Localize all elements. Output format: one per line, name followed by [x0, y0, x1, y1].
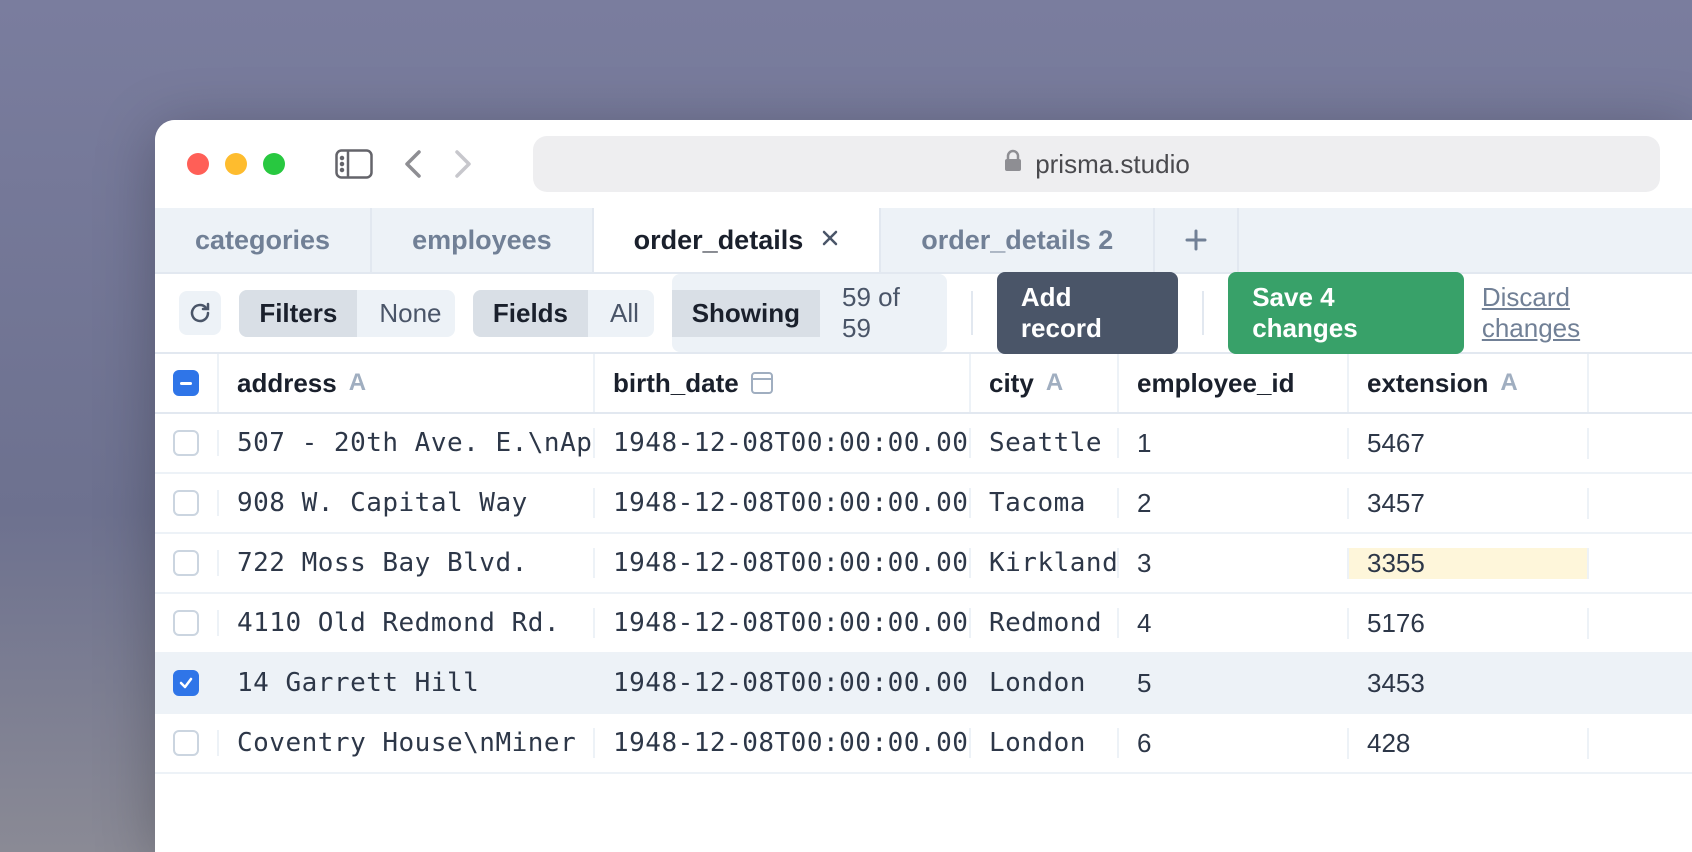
row-checkbox[interactable]	[155, 610, 219, 636]
cell-extension[interactable]: 5176	[1349, 608, 1589, 639]
cell-address[interactable]: Coventry House\nMiner Rd.	[219, 728, 595, 758]
cell-birth-date[interactable]: 1948-12-08T00:00:00.000Z	[595, 428, 971, 458]
model-tabs: categories employees order_details order…	[155, 208, 1692, 274]
date-icon	[751, 372, 773, 394]
cell-employee-id[interactable]: 6	[1119, 728, 1349, 759]
tab-categories[interactable]: categories	[155, 208, 372, 272]
type-badge: A	[349, 369, 366, 397]
cell-address[interactable]: 908 W. Capital Way	[219, 488, 595, 518]
row-checkbox[interactable]	[155, 730, 219, 756]
separator	[1202, 291, 1204, 335]
table-header-row: addressA birth_date cityA employee_id ex…	[155, 354, 1692, 414]
data-table: addressA birth_date cityA employee_id ex…	[155, 354, 1692, 774]
cell-employee-id[interactable]: 3	[1119, 548, 1349, 579]
row-checkbox[interactable]	[155, 490, 219, 516]
cell-birth-date[interactable]: 1948-12-08T00:00:00.000Z	[595, 728, 971, 758]
titlebar: prisma.studio	[155, 120, 1692, 208]
separator	[971, 291, 973, 335]
cell-city[interactable]: Seattle	[971, 428, 1119, 458]
cell-extension[interactable]: 3355	[1349, 548, 1589, 579]
cell-city[interactable]: Tacoma	[971, 488, 1119, 518]
filters-label: Filters	[239, 290, 357, 337]
table-row[interactable]: Coventry House\nMiner Rd.1948-12-08T00:0…	[155, 714, 1692, 774]
row-checkbox[interactable]	[155, 430, 219, 456]
tab-label: categories	[195, 225, 330, 256]
add-record-button[interactable]: Add record	[997, 272, 1178, 354]
select-all-checkbox[interactable]	[155, 354, 219, 412]
cell-extension[interactable]: 5467	[1349, 428, 1589, 459]
traffic-lights	[187, 153, 285, 175]
cell-address[interactable]: 14 Garrett Hill	[219, 668, 595, 698]
cell-city[interactable]: Kirkland	[971, 548, 1119, 578]
save-changes-button[interactable]: Save 4 changes	[1228, 272, 1464, 354]
cell-employee-id[interactable]: 5	[1119, 668, 1349, 699]
tab-order-details[interactable]: order_details	[594, 208, 882, 272]
browser-window: prisma.studio categories employees order…	[155, 120, 1692, 852]
minimize-window-button[interactable]	[225, 153, 247, 175]
toolbar: Filters None Fields All Showing 59 of 59…	[155, 274, 1692, 354]
fields-value: All	[588, 290, 654, 337]
lock-icon	[1003, 149, 1023, 180]
showing-control[interactable]: Showing 59 of 59	[672, 274, 947, 352]
cell-extension[interactable]: 3457	[1349, 488, 1589, 519]
fields-control[interactable]: Fields All	[473, 290, 654, 337]
cell-employee-id[interactable]: 1	[1119, 428, 1349, 459]
column-header-extension[interactable]: extensionA	[1349, 354, 1589, 412]
forward-button[interactable]	[453, 148, 473, 180]
filters-control[interactable]: Filters None	[239, 290, 455, 337]
table-row[interactable]: 722 Moss Bay Blvd.1948-12-08T00:00:00.00…	[155, 534, 1692, 594]
tab-label: order_details	[634, 225, 804, 256]
add-tab-button[interactable]	[1155, 208, 1239, 272]
cell-birth-date[interactable]: 1948-12-08T00:00:00.000Z	[595, 668, 971, 698]
cell-city[interactable]: Redmond	[971, 608, 1119, 638]
refresh-button[interactable]	[179, 291, 221, 335]
row-checkbox[interactable]	[155, 550, 219, 576]
fields-label: Fields	[473, 290, 588, 337]
table-row[interactable]: 908 W. Capital Way1948-12-08T00:00:00.00…	[155, 474, 1692, 534]
column-header-employee-id[interactable]: employee_id	[1119, 354, 1349, 412]
cell-employee-id[interactable]: 4	[1119, 608, 1349, 639]
table-row[interactable]: 14 Garrett Hill1948-12-08T00:00:00.000ZL…	[155, 654, 1692, 714]
cell-extension[interactable]: 3453	[1349, 668, 1589, 699]
url-text: prisma.studio	[1035, 149, 1190, 180]
cell-address[interactable]: 722 Moss Bay Blvd.	[219, 548, 595, 578]
column-header-birth-date[interactable]: birth_date	[595, 354, 971, 412]
discard-changes-link[interactable]: Discard changes	[1482, 282, 1668, 344]
cell-birth-date[interactable]: 1948-12-08T00:00:00.000Z	[595, 488, 971, 518]
column-header-city[interactable]: cityA	[971, 354, 1119, 412]
tab-order-details-2[interactable]: order_details 2	[881, 208, 1155, 272]
cell-employee-id[interactable]: 2	[1119, 488, 1349, 519]
tab-label: order_details 2	[921, 225, 1113, 256]
table-row[interactable]: 507 - 20th Ave. E.\nApt1948-12-08T00:00:…	[155, 414, 1692, 474]
table-row[interactable]: 4110 Old Redmond Rd.1948-12-08T00:00:00.…	[155, 594, 1692, 654]
showing-label: Showing	[672, 290, 820, 337]
cell-address[interactable]: 507 - 20th Ave. E.\nApt	[219, 428, 595, 458]
row-checkbox[interactable]	[155, 670, 219, 696]
type-badge: A	[1500, 369, 1517, 397]
close-tab-icon[interactable]	[821, 227, 839, 253]
back-button[interactable]	[403, 148, 423, 180]
cell-city[interactable]: London	[971, 668, 1119, 698]
cell-birth-date[interactable]: 1948-12-08T00:00:00.000Z	[595, 548, 971, 578]
tab-label: employees	[412, 225, 552, 256]
cell-address[interactable]: 4110 Old Redmond Rd.	[219, 608, 595, 638]
filters-value: None	[357, 290, 455, 337]
url-bar[interactable]: prisma.studio	[533, 136, 1660, 192]
close-window-button[interactable]	[187, 153, 209, 175]
cell-birth-date[interactable]: 1948-12-08T00:00:00.000Z	[595, 608, 971, 638]
cell-extension[interactable]: 428	[1349, 728, 1589, 759]
maximize-window-button[interactable]	[263, 153, 285, 175]
column-header-address[interactable]: addressA	[219, 354, 595, 412]
type-badge: A	[1046, 369, 1063, 397]
cell-city[interactable]: London	[971, 728, 1119, 758]
sidebar-toggle-icon[interactable]	[335, 149, 373, 179]
tab-employees[interactable]: employees	[372, 208, 594, 272]
showing-value: 59 of 59	[820, 274, 947, 352]
